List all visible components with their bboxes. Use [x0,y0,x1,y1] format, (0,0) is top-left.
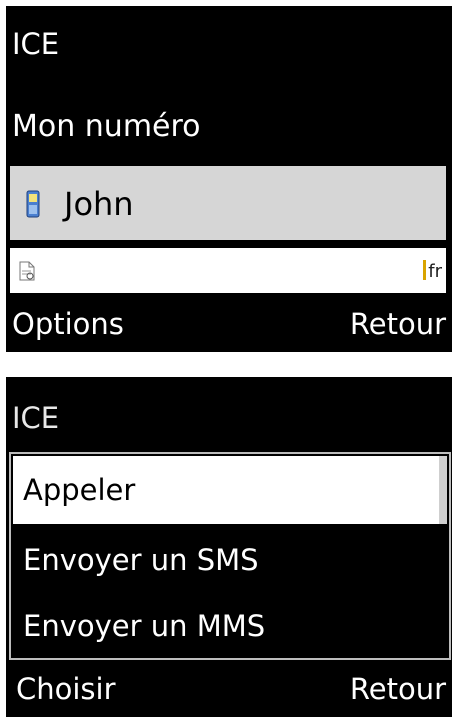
mobile-phone-icon [26,190,40,218]
back-softkey[interactable]: Retour [350,675,446,704]
ice-contacts-screen: ICE Mon numéro John fr Options Retour [6,6,452,352]
input-mode-indicator: fr [423,260,442,281]
select-softkey[interactable]: Choisir [16,675,116,704]
back-softkey[interactable]: Retour [350,310,446,339]
menu-scrollbar[interactable] [439,456,447,656]
document-icon [18,261,36,281]
options-softkey[interactable]: Options [12,310,124,339]
search-input[interactable]: fr [10,248,446,293]
input-mode-label: fr [428,261,442,282]
action-menu: Appeler Envoyer un SMS Envoyer un MMS [9,452,451,660]
menu-item-send-mms[interactable]: Envoyer un MMS [13,592,443,660]
contact-item-john[interactable]: John [10,166,446,240]
scrollbar-thumb[interactable] [439,456,447,524]
menu-item-send-sms[interactable]: Envoyer un SMS [13,526,443,594]
screen-title: ICE [12,27,60,61]
my-number-item[interactable]: Mon numéro [12,112,201,142]
text-cursor [423,260,427,280]
ice-action-menu-screen: ICE Appeler Envoyer un SMS Envoyer un MM… [6,377,452,717]
contact-name: John [64,185,134,223]
menu-item-call[interactable]: Appeler [13,456,443,524]
screen-title: ICE [12,401,60,435]
